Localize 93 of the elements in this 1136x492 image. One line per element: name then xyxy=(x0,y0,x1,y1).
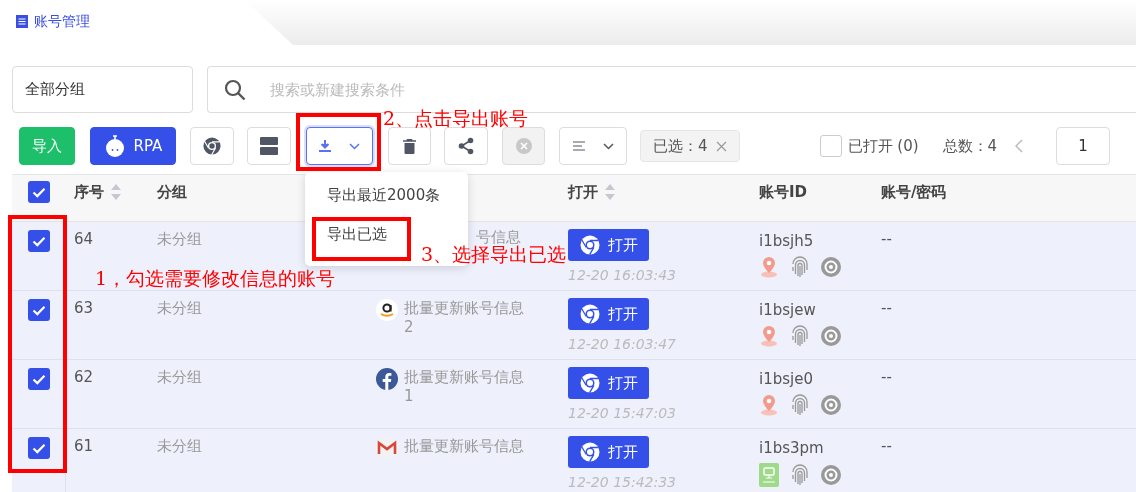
account-id: i1bs3pm xyxy=(759,439,825,457)
check-icon xyxy=(31,373,46,385)
open-time: 12-20 15:47:03 xyxy=(568,405,677,421)
export-button[interactable] xyxy=(306,127,373,165)
location-pin-icon xyxy=(759,394,779,416)
column-header: 分组 xyxy=(157,182,187,202)
rpa-button[interactable]: RPA xyxy=(90,127,176,165)
open-button[interactable]: 打开 xyxy=(568,229,649,261)
open-time: 12-20 16:03:47 xyxy=(568,336,677,352)
row-checkbox[interactable] xyxy=(27,437,50,459)
lines-icon xyxy=(572,141,585,151)
target-icon xyxy=(821,465,841,485)
list-icon xyxy=(16,15,28,28)
row-checkbox[interactable] xyxy=(27,230,50,252)
open-button[interactable]: 打开 xyxy=(568,436,649,468)
group-name: 未分组 xyxy=(157,368,202,386)
target-icon xyxy=(821,326,841,346)
group-select[interactable]: 全部分组 xyxy=(12,66,193,113)
account-password: -- xyxy=(881,230,892,248)
select-all-checkbox[interactable] xyxy=(28,181,50,203)
check-icon xyxy=(32,186,46,198)
account-id: i1bsje0 xyxy=(759,370,814,388)
sequence-number: 62 xyxy=(74,368,94,386)
sequence-number: 64 xyxy=(74,230,94,248)
browser-icon xyxy=(579,235,600,255)
annotation-text: 3、选择导出已选 xyxy=(421,243,567,267)
annotation-text: 1，勾选需要修改信息的账号 xyxy=(95,266,336,291)
download-icon xyxy=(319,140,331,152)
account-password: -- xyxy=(881,437,892,455)
location-pin-icon xyxy=(759,256,779,278)
delete-button[interactable] xyxy=(388,127,431,165)
sequence-number: 63 xyxy=(74,299,94,317)
sequence-number: 61 xyxy=(74,437,94,455)
check-icon xyxy=(31,442,46,454)
open-time: 12-20 15:42:33 xyxy=(568,474,677,490)
layout-button[interactable] xyxy=(247,127,291,165)
group-name: 未分组 xyxy=(157,230,202,248)
page-title: 账号管理 xyxy=(34,12,90,31)
column-header: 账号/密码 xyxy=(881,182,947,202)
caret-icon xyxy=(349,142,360,150)
browser-icon xyxy=(579,304,600,324)
account-name: 批量更新账号信息 xyxy=(404,437,524,456)
search-icon xyxy=(224,78,246,101)
amazon-icon xyxy=(376,299,398,321)
group-name: 未分组 xyxy=(157,437,202,455)
location-pin-icon xyxy=(759,325,779,347)
check-icon xyxy=(31,304,46,316)
menu-item[interactable]: 导出最近2000条 xyxy=(327,186,468,205)
fingerprint-icon xyxy=(790,394,810,416)
trash-icon xyxy=(403,138,416,154)
browser-icon xyxy=(579,442,600,462)
open-button[interactable]: 打开 xyxy=(568,298,649,330)
share-button[interactable] xyxy=(444,127,488,165)
menu-item[interactable]: 导出已选 xyxy=(327,225,468,244)
browser-icon xyxy=(579,373,600,393)
account-id: i1bsjh5 xyxy=(759,232,815,250)
target-icon xyxy=(821,257,841,277)
share-icon xyxy=(458,137,474,155)
row-checkbox[interactable] xyxy=(27,368,50,390)
opened-checkbox[interactable] xyxy=(819,135,842,157)
account-name: 批量更新账号信息 2 xyxy=(404,299,524,337)
selected-count: 已选：4 xyxy=(653,136,708,156)
page-tab[interactable]: 账号管理 xyxy=(16,12,90,31)
column-header: 序号 xyxy=(74,182,104,202)
account-password: -- xyxy=(881,299,892,317)
row-checkbox[interactable] xyxy=(27,299,50,321)
facebook-icon xyxy=(376,368,398,390)
group-name: 未分组 xyxy=(157,299,202,317)
fingerprint-icon xyxy=(790,256,810,278)
robot-icon xyxy=(103,135,126,157)
layout-icon xyxy=(260,137,278,155)
close-icon xyxy=(515,138,532,154)
fingerprint-icon xyxy=(790,325,810,347)
browser-button[interactable] xyxy=(190,127,234,165)
column-header: 账号ID xyxy=(759,182,808,202)
column-header: 打开 xyxy=(568,182,598,202)
close-icon[interactable] xyxy=(715,140,727,152)
browser-icon xyxy=(203,137,221,155)
page-field[interactable]: 1 xyxy=(1056,127,1111,165)
mail-icon xyxy=(376,437,398,459)
check-icon xyxy=(31,235,46,247)
open-button[interactable]: 打开 xyxy=(568,367,649,399)
caret-icon xyxy=(602,142,614,150)
target-icon xyxy=(821,395,841,415)
fingerprint-icon xyxy=(790,464,810,486)
monitor-badge-icon xyxy=(759,463,779,487)
account-name: 号信息 xyxy=(476,228,521,246)
account-id: i1bsjew xyxy=(759,301,817,319)
opened-label: 已打开 (0) xyxy=(847,136,919,156)
total-count: 总数：4 xyxy=(942,136,998,156)
account-password: -- xyxy=(881,368,892,386)
open-time: 12-20 16:03:43 xyxy=(568,267,677,283)
account-name: 批量更新账号信息 1 xyxy=(404,368,524,406)
